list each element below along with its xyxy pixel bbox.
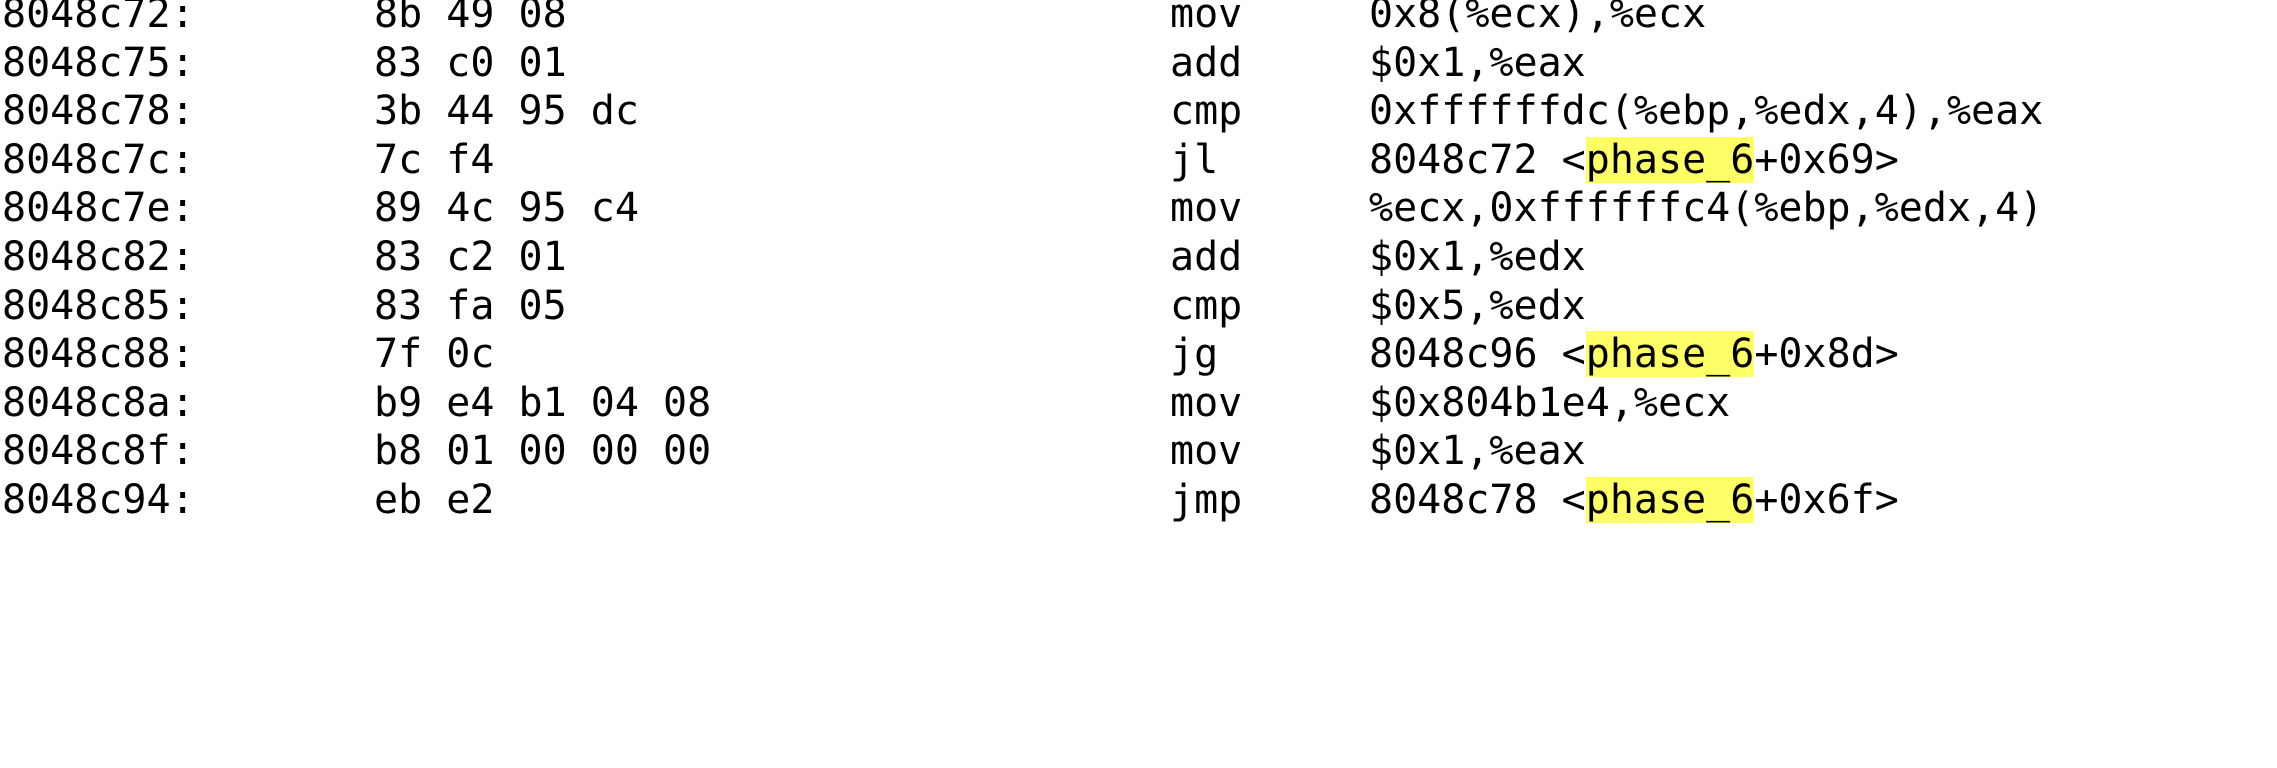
symbol-offset: +0x69> xyxy=(1754,136,1899,183)
instruction-operands: $0x1,%edx xyxy=(1369,233,1586,280)
instruction-bytes: eb e2 xyxy=(374,476,495,523)
jump-target-address: 8048c78 < xyxy=(1369,476,1586,523)
instruction-mnemonic: add xyxy=(1170,233,1243,280)
instruction-address: 8048c94: xyxy=(2,476,195,523)
disassembly-listing: 8048c72: 8b 49 08 mov 0x8(%ecx),%ecx 804… xyxy=(2,0,2272,525)
instruction-bytes: 7f 0c xyxy=(374,331,495,378)
instruction-mnemonic: cmp xyxy=(1170,282,1243,329)
symbol-highlight: phase_6 xyxy=(1585,136,1755,183)
instruction-row: 8048c7c: 7c f4 jl 8048c72 <phase_6+0x69> xyxy=(2,136,2272,185)
instruction-address: 8048c8a: xyxy=(2,379,195,426)
symbol-offset: +0x8d> xyxy=(1754,331,1899,378)
instruction-operands: 8048c78 <phase_6+0x6f> xyxy=(1369,476,1899,525)
instruction-row: 8048c85: 83 fa 05 cmp $0x5,%edx xyxy=(2,282,2272,331)
instruction-address: 8048c75: xyxy=(2,39,195,86)
instruction-bytes: 83 c0 01 xyxy=(374,39,567,86)
symbol-offset: +0x6f> xyxy=(1754,476,1899,523)
instruction-mnemonic: jmp xyxy=(1170,476,1243,523)
instruction-address: 8048c78: xyxy=(2,88,195,135)
instruction-bytes: 8b 49 08 xyxy=(374,0,567,37)
instruction-mnemonic: jg xyxy=(1170,331,1219,378)
instruction-bytes: b8 01 00 00 00 xyxy=(374,428,712,475)
instruction-mnemonic: add xyxy=(1170,39,1243,86)
instruction-operands: 0xffffffdc(%ebp,%edx,4),%eax xyxy=(1369,88,2044,135)
symbol-highlight: phase_6 xyxy=(1585,476,1755,523)
symbol-highlight: phase_6 xyxy=(1585,331,1755,378)
instruction-address: 8048c88: xyxy=(2,331,195,378)
instruction-row: 8048c75: 83 c0 01 add $0x1,%eax xyxy=(2,39,2272,88)
instruction-bytes: 89 4c 95 c4 xyxy=(374,185,639,232)
disassembly-view: { "highlight_color": "#ffff66", "rows": … xyxy=(0,0,2277,527)
instruction-address: 8048c72: xyxy=(2,0,195,37)
instruction-mnemonic: mov xyxy=(1170,428,1243,475)
instruction-row: 8048c8f: b8 01 00 00 00 mov $0x1,%eax xyxy=(2,427,2272,476)
instruction-mnemonic: mov xyxy=(1170,379,1243,426)
jump-target-address: 8048c96 < xyxy=(1369,331,1586,378)
instruction-row: 8048c72: 8b 49 08 mov 0x8(%ecx),%ecx xyxy=(2,0,2272,39)
instruction-bytes: 83 c2 01 xyxy=(374,233,567,280)
instruction-row: 8048c7e: 89 4c 95 c4 mov %ecx,0xffffffc4… xyxy=(2,184,2272,233)
instruction-operands: 8048c72 <phase_6+0x69> xyxy=(1369,136,1899,185)
instruction-mnemonic: mov xyxy=(1170,185,1243,232)
instruction-mnemonic: cmp xyxy=(1170,88,1243,135)
instruction-operands: $0x804b1e4,%ecx xyxy=(1369,379,1731,426)
instruction-row: 8048c78: 3b 44 95 dc cmp 0xffffffdc(%ebp… xyxy=(2,87,2272,136)
instruction-operands: $0x1,%eax xyxy=(1369,39,1586,86)
instruction-address: 8048c85: xyxy=(2,282,195,329)
instruction-bytes: 7c f4 xyxy=(374,136,495,183)
instruction-row: 8048c88: 7f 0c jg 8048c96 <phase_6+0x8d> xyxy=(2,330,2272,379)
instruction-operands: 8048c96 <phase_6+0x8d> xyxy=(1369,330,1899,379)
instruction-address: 8048c7e: xyxy=(2,185,195,232)
instruction-mnemonic: jl xyxy=(1170,136,1219,183)
instruction-operands: %ecx,0xffffffc4(%ebp,%edx,4) xyxy=(1369,185,2044,232)
instruction-bytes: b9 e4 b1 04 08 xyxy=(374,379,712,426)
instruction-address: 8048c82: xyxy=(2,233,195,280)
instruction-row: 8048c82: 83 c2 01 add $0x1,%edx xyxy=(2,233,2272,282)
instruction-address: 8048c7c: xyxy=(2,136,195,183)
instruction-row: 8048c94: eb e2 jmp 8048c78 <phase_6+0x6f… xyxy=(2,476,2272,525)
instruction-operands: $0x1,%eax xyxy=(1369,428,1586,475)
instruction-mnemonic: mov xyxy=(1170,0,1243,37)
instruction-bytes: 83 fa 05 xyxy=(374,282,567,329)
jump-target-address: 8048c72 < xyxy=(1369,136,1586,183)
instruction-bytes: 3b 44 95 dc xyxy=(374,88,639,135)
instruction-row: 8048c8a: b9 e4 b1 04 08 mov $0x804b1e4,%… xyxy=(2,379,2272,428)
instruction-address: 8048c8f: xyxy=(2,428,195,475)
instruction-operands: $0x5,%edx xyxy=(1369,282,1586,329)
instruction-operands: 0x8(%ecx),%ecx xyxy=(1369,0,1707,37)
